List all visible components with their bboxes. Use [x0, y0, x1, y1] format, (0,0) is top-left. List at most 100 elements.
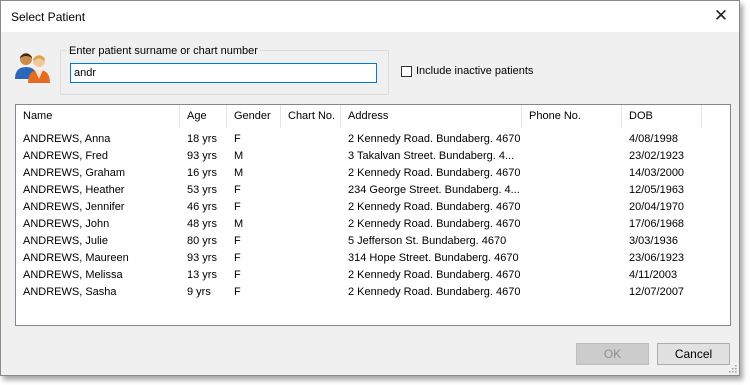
- cell-phone: [522, 233, 622, 250]
- cell-phone: [522, 165, 622, 182]
- cell-age: 13 yrs: [187, 269, 217, 281]
- table-row[interactable]: ANDREWS, Graham 16 yrs M 2 Kennedy Road.…: [16, 165, 730, 182]
- cell-chart-no: [281, 250, 341, 267]
- cell-phone: [522, 199, 622, 216]
- cell-gender: M: [234, 167, 244, 179]
- list-header: Name Age Gender Chart No. Address Phone …: [16, 105, 730, 128]
- cell-address: 2 Kennedy Road. Bundaberg. 4670: [348, 218, 521, 230]
- cell-phone: [522, 148, 622, 165]
- cell-dob: 17/06/1968: [629, 218, 685, 230]
- cell-dob: 23/02/1923: [629, 150, 685, 162]
- column-header-chart-no[interactable]: Chart No.: [281, 105, 341, 128]
- patient-list[interactable]: Name Age Gender Chart No. Address Phone …: [15, 104, 731, 326]
- list-rows: ANDREWS, Anna 18 yrs F 2 Kennedy Road. B…: [16, 131, 730, 301]
- cell-chart-no: [281, 182, 341, 199]
- table-row[interactable]: ANDREWS, Julie 80 yrs F 5 Jefferson St. …: [16, 233, 730, 250]
- table-row[interactable]: ANDREWS, Heather 53 yrs F 234 George Str…: [16, 182, 730, 199]
- cell-age: 48 yrs: [187, 218, 217, 230]
- cell-address: 2 Kennedy Road. Bundaberg. 4670: [348, 286, 521, 298]
- cell-dob: 4/08/1998: [629, 133, 678, 145]
- cell-gender: F: [234, 286, 241, 298]
- select-patient-dialog: Select Patient ✕ Enter patient surname o…: [0, 0, 740, 376]
- search-input[interactable]: [70, 63, 377, 83]
- cell-name: ANDREWS, Anna: [23, 133, 111, 145]
- cell-chart-no: [281, 216, 341, 233]
- title-bar[interactable]: Select Patient ✕: [1, 1, 739, 32]
- cell-name: ANDREWS, Sasha: [23, 286, 117, 298]
- cell-chart-no: [281, 267, 341, 284]
- cell-age: 93 yrs: [187, 150, 217, 162]
- column-header-age[interactable]: Age: [180, 105, 227, 128]
- cell-address: 3 Takalvan Street. Bundaberg. 4...: [348, 150, 515, 162]
- cell-chart-no: [281, 165, 341, 182]
- cell-address: 2 Kennedy Road. Bundaberg. 4670: [348, 201, 521, 213]
- cell-gender: F: [234, 133, 241, 145]
- cell-age: 80 yrs: [187, 235, 217, 247]
- cell-phone: [522, 250, 622, 267]
- cell-gender: F: [234, 201, 241, 213]
- cell-phone: [522, 131, 622, 148]
- column-header-phone-no[interactable]: Phone No.: [522, 105, 622, 128]
- cell-name: ANDREWS, Graham: [23, 167, 126, 179]
- cell-gender: F: [234, 184, 241, 196]
- cell-address: 2 Kennedy Road. Bundaberg. 4670: [348, 133, 521, 145]
- cell-phone: [522, 182, 622, 199]
- column-header-gender[interactable]: Gender: [227, 105, 281, 128]
- cell-name: ANDREWS, Jennifer: [23, 201, 125, 213]
- cell-chart-no: [281, 233, 341, 250]
- cell-gender: M: [234, 150, 244, 162]
- cell-name: ANDREWS, Julie: [23, 235, 108, 247]
- resize-grip-icon[interactable]: [727, 363, 737, 373]
- patients-icon: [15, 53, 50, 83]
- cell-gender: M: [234, 218, 244, 230]
- cell-dob: 12/07/2007: [629, 286, 685, 298]
- include-inactive-checkbox[interactable]: [401, 65, 412, 77]
- cell-age: 16 yrs: [187, 167, 217, 179]
- search-group-label: Enter patient surname or chart number: [67, 45, 260, 57]
- cell-gender: F: [234, 252, 241, 264]
- cell-age: 53 yrs: [187, 184, 217, 196]
- column-header-address[interactable]: Address: [341, 105, 522, 128]
- cell-name: ANDREWS, Melissa: [23, 269, 123, 281]
- cell-dob: 20/04/1970: [629, 201, 685, 213]
- cell-age: 18 yrs: [187, 133, 217, 145]
- cell-name: ANDREWS, Heather: [23, 184, 125, 196]
- cell-dob: 3/03/1936: [629, 235, 678, 247]
- window-title: Select Patient: [11, 10, 86, 24]
- close-button[interactable]: ✕: [709, 5, 733, 27]
- cell-chart-no: [281, 131, 341, 148]
- include-inactive-label: Include inactive patients: [416, 65, 534, 77]
- cell-chart-no: [281, 284, 341, 301]
- cell-address: 5 Jefferson St. Bundaberg. 4670: [348, 235, 507, 247]
- cell-age: 93 yrs: [187, 252, 217, 264]
- cell-name: ANDREWS, Fred: [23, 150, 108, 162]
- table-row[interactable]: ANDREWS, Maureen 93 yrs F 314 Hope Stree…: [16, 250, 730, 267]
- table-row[interactable]: ANDREWS, Melissa 13 yrs F 2 Kennedy Road…: [16, 267, 730, 284]
- close-icon: ✕: [713, 6, 729, 25]
- cell-phone: [522, 216, 622, 233]
- table-row[interactable]: ANDREWS, Anna 18 yrs F 2 Kennedy Road. B…: [16, 131, 730, 148]
- cell-dob: 14/03/2000: [629, 167, 685, 179]
- cell-gender: F: [234, 235, 241, 247]
- cell-dob: 4/11/2003: [629, 269, 678, 281]
- column-header-name[interactable]: Name: [16, 105, 180, 128]
- cell-gender: F: [234, 269, 241, 281]
- cell-dob: 23/06/1923: [629, 252, 685, 264]
- cell-address: 2 Kennedy Road. Bundaberg. 4670: [348, 269, 521, 281]
- table-row[interactable]: ANDREWS, John 48 yrs M 2 Kennedy Road. B…: [16, 216, 730, 233]
- cell-dob: 12/05/1963: [629, 184, 685, 196]
- cell-phone: [522, 267, 622, 284]
- table-row[interactable]: ANDREWS, Jennifer 46 yrs F 2 Kennedy Roa…: [16, 199, 730, 216]
- ok-button[interactable]: OK: [576, 343, 649, 365]
- include-inactive-option[interactable]: Include inactive patients: [401, 65, 533, 77]
- cell-address: 2 Kennedy Road. Bundaberg. 4670: [348, 167, 521, 179]
- table-row[interactable]: ANDREWS, Fred 93 yrs M 3 Takalvan Street…: [16, 148, 730, 165]
- cell-chart-no: [281, 148, 341, 165]
- column-header-dob[interactable]: DOB: [622, 105, 702, 128]
- cell-name: ANDREWS, Maureen: [23, 252, 129, 264]
- cell-address: 314 Hope Street. Bundaberg. 4670: [348, 252, 519, 264]
- cell-age: 46 yrs: [187, 201, 217, 213]
- table-row[interactable]: ANDREWS, Sasha 9 yrs F 2 Kennedy Road. B…: [16, 284, 730, 301]
- cell-chart-no: [281, 199, 341, 216]
- cancel-button[interactable]: Cancel: [657, 343, 730, 365]
